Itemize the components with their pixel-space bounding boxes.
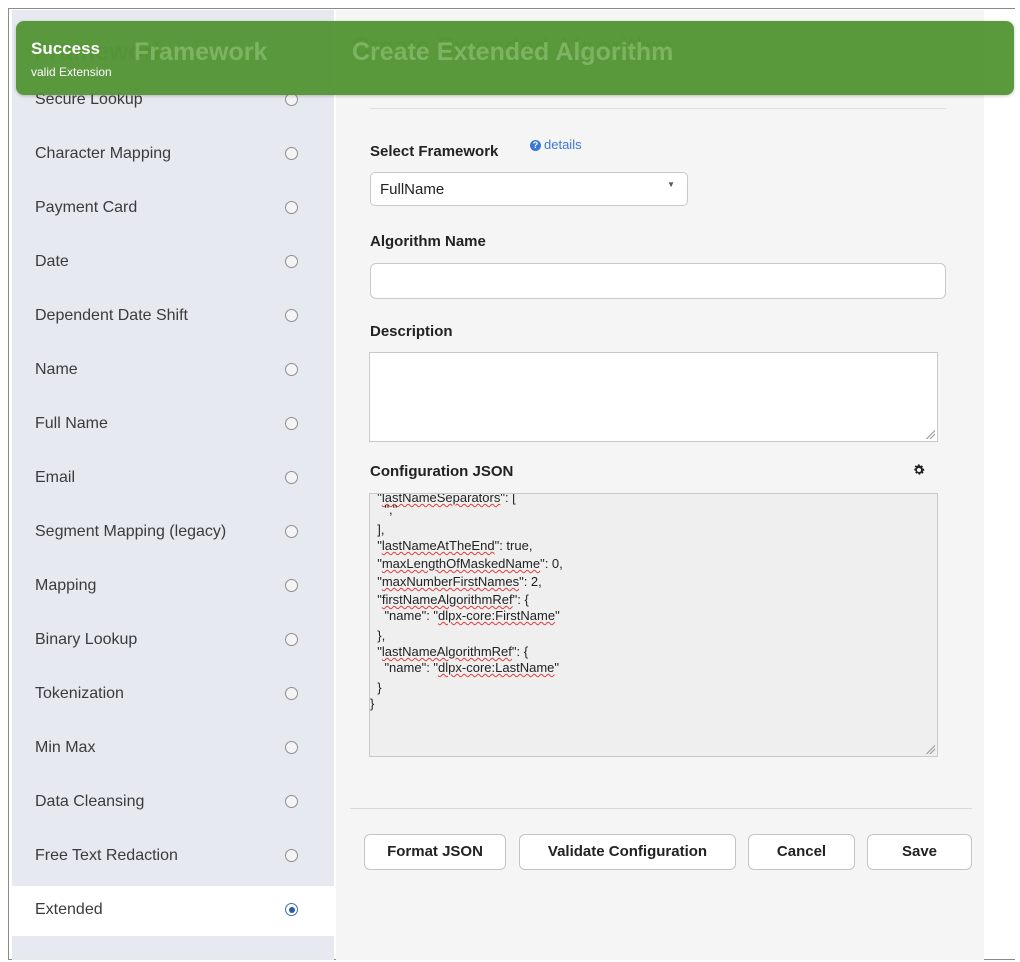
framework-item-label: Free Text Redaction [35,847,178,864]
code-line: "maxNumberFirstNames": 2, [370,574,542,589]
code-token: dlpx-core:FirstName [438,608,556,623]
framework-radio[interactable] [285,417,298,430]
framework-item-dependent-date-shift[interactable]: Dependent Date Shift [12,292,334,342]
framework-item-label: Email [35,469,76,486]
code-token: lastNameAtTheEnd [381,538,495,553]
framework-radio[interactable] [285,471,298,484]
code-line: "lastNameAlgorithmRef": { [370,644,529,659]
framework-radio[interactable] [285,795,298,808]
code-line: }, [370,628,386,643]
framework-item-payment-card[interactable]: Payment Card [12,184,334,234]
code-line: } [370,680,382,695]
framework-item-date[interactable]: Date [12,238,334,288]
code-token: lastNameSeparators [381,493,501,505]
code-line: ], [370,522,385,537]
framework-item-label: Date [35,253,69,270]
algorithm-name-input[interactable] [370,263,946,299]
details-link-text: details [544,137,582,152]
description-textarea[interactable] [369,352,938,442]
framework-item-tokenization[interactable]: Tokenization [12,670,334,720]
success-notification[interactable]: Framework Create Extended Algorithm Succ… [16,21,1014,95]
code-token: dlpx-core:LastName [438,660,555,675]
framework-item-extended[interactable]: Extended [12,886,334,936]
code-line: "maxLengthOfMaskedName": 0, [370,556,563,571]
select-framework-label: Select Framework [370,143,499,160]
dropdown-arrow-icon: ▼ [667,180,675,189]
framework-item-free-text-redaction[interactable]: Free Text Redaction [12,832,334,882]
framework-radio[interactable] [285,309,298,322]
framework-radio[interactable] [285,741,298,754]
notification-message: valid Extension [31,65,112,79]
divider [370,108,946,109]
framework-sidebar: Framework Secure Lookup Character Mappin… [12,10,334,960]
configuration-json-editor[interactable]: "lastNameSeparators": [ "," ], "lastName… [369,493,938,757]
resize-handle[interactable] [925,744,935,754]
format-json-button[interactable]: Format JSON [364,834,506,870]
code-line: "firstNameAlgorithmRef": { [370,592,529,607]
framework-item-label: Full Name [35,415,108,432]
configuration-json-label: Configuration JSON [370,463,514,480]
framework-item-label: Dependent Date Shift [35,307,188,324]
framework-radio[interactable] [285,687,298,700]
algorithm-name-label: Algorithm Name [370,233,486,250]
framework-item-label: Extended [35,901,103,918]
code-line: "," [370,502,398,517]
framework-item-binary-lookup[interactable]: Binary Lookup [12,616,334,666]
framework-radio-selected[interactable] [285,903,298,916]
framework-radio[interactable] [285,363,298,376]
framework-item-label: Min Max [35,739,96,756]
code-token: maxNumberFirstNames [381,574,520,589]
framework-radio[interactable] [285,849,298,862]
code-token: lastNameAlgorithmRef [381,644,512,659]
framework-item-data-cleansing[interactable]: Data Cleansing [12,778,334,828]
framework-item-label: Payment Card [35,199,138,216]
framework-item-name[interactable]: Name [12,346,334,396]
framework-item-label: Mapping [35,577,97,594]
toast-background-page-title: Create Extended Algorithm [352,38,674,66]
framework-select-value: FullName [380,181,445,198]
framework-radio[interactable] [285,147,298,160]
code-line: "lastNameAtTheEnd": true, [370,538,533,553]
framework-item-segment-mapping[interactable]: Segment Mapping (legacy) [12,508,334,558]
framework-select[interactable]: FullName ▼ [370,172,688,206]
code-line: "name": "dlpx-core:LastName" [370,660,559,675]
code-token: maxLengthOfMaskedName [381,556,541,571]
code-token: firstNameAlgorithmRef [381,592,513,607]
framework-item-mapping[interactable]: Mapping [12,562,334,612]
code-line: } [370,696,375,711]
save-button[interactable]: Save [867,834,972,870]
framework-item-label: Binary Lookup [35,631,138,648]
framework-radio[interactable] [285,525,298,538]
framework-item-min-max[interactable]: Min Max [12,724,334,774]
framework-radio[interactable] [285,633,298,646]
details-link[interactable]: ? details [530,137,582,152]
code-line: "name": "dlpx-core:FirstName" [370,608,560,623]
framework-radio[interactable] [285,255,298,268]
framework-item-label: Tokenization [35,685,124,702]
help-icon: ? [530,140,541,151]
framework-radio[interactable] [285,201,298,214]
framework-item-label: Segment Mapping (legacy) [35,523,227,540]
description-label: Description [370,323,453,340]
validate-configuration-button[interactable]: Validate Configuration [519,834,736,870]
divider [350,808,972,809]
framework-item-label: Name [35,361,78,378]
gear-icon[interactable] [912,463,926,477]
framework-item-character-mapping[interactable]: Character Mapping [12,130,334,180]
framework-item-label: Character Mapping [35,145,172,162]
framework-item-label: Data Cleansing [35,793,145,810]
framework-item-email[interactable]: Email [12,454,334,504]
framework-radio[interactable] [285,579,298,592]
notification-title: Success [31,39,100,58]
resize-handle[interactable] [925,429,935,439]
toast-background-sidebar-title: Framework [134,38,268,66]
framework-item-full-name[interactable]: Full Name [12,400,334,450]
cancel-button[interactable]: Cancel [748,834,855,870]
